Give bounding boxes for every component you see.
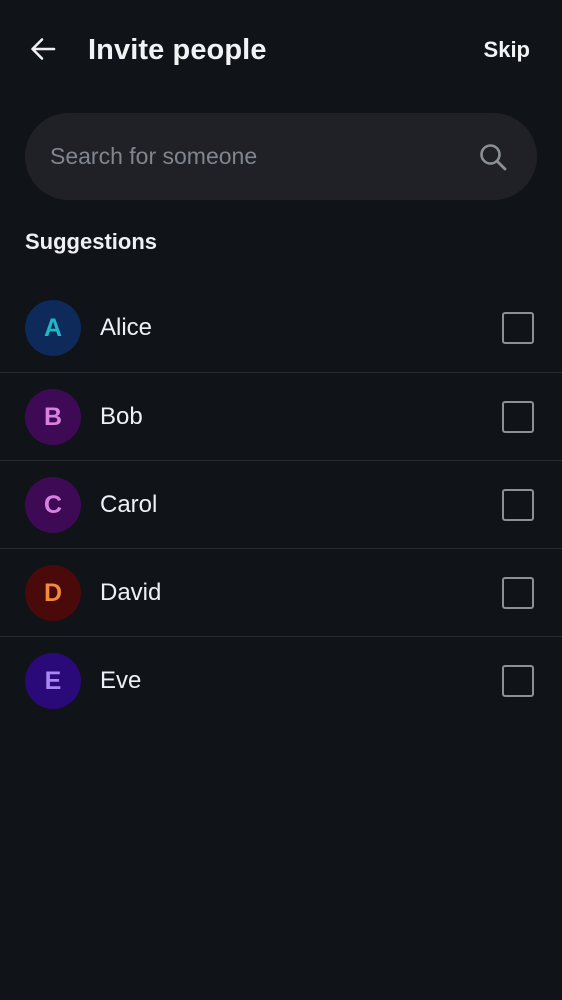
avatar: A [25,300,81,356]
user-name: David [100,579,162,606]
suggestions-heading: Suggestions [25,229,158,254]
list-item[interactable]: D David [0,548,562,636]
list-item[interactable]: E Eve [0,636,562,724]
top-bar: Invite people Skip [0,0,562,100]
back-button[interactable] [22,30,64,72]
arrow-left-icon [29,35,57,68]
select-checkbox[interactable] [502,312,534,344]
avatar: C [25,477,81,533]
select-checkbox[interactable] [502,401,534,433]
page-title: Invite people [88,34,267,66]
skip-button[interactable]: Skip [484,30,530,70]
list-item[interactable]: A Alice [0,284,562,372]
user-name: Carol [100,491,158,518]
suggestions-list: A Alice B Bob C Carol D David E Eve [0,284,562,724]
search-bar [25,113,537,200]
list-item[interactable]: B Bob [0,372,562,460]
avatar: D [25,565,81,621]
select-checkbox[interactable] [502,577,534,609]
search-input[interactable] [50,113,470,200]
list-item[interactable]: C Carol [0,460,562,548]
avatar: E [25,653,81,709]
select-checkbox[interactable] [502,665,534,697]
avatar: B [25,389,81,445]
select-checkbox[interactable] [502,489,534,521]
user-name: Alice [100,314,153,341]
search-icon[interactable] [477,141,509,173]
user-name: Eve [100,667,142,694]
user-name: Bob [100,403,143,430]
